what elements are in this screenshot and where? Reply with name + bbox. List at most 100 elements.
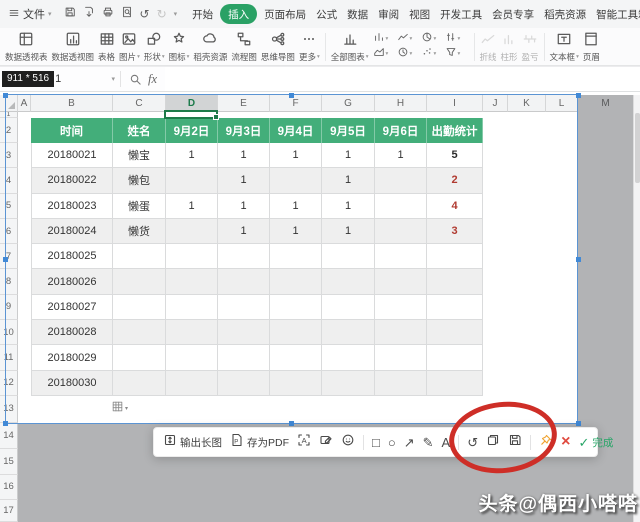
cell[interactable] bbox=[427, 244, 483, 269]
cell[interactable] bbox=[270, 295, 322, 320]
row-header-5[interactable]: 5 bbox=[0, 194, 18, 219]
name-box[interactable]: 911 * 516 1 ▾ bbox=[2, 67, 120, 91]
image-edit-button[interactable] bbox=[319, 433, 333, 452]
pen-tool-button[interactable]: ✎ bbox=[423, 436, 434, 449]
cell[interactable] bbox=[322, 345, 375, 370]
formula-input[interactable] bbox=[165, 67, 640, 91]
row-header-6[interactable]: 6 bbox=[0, 219, 18, 244]
tab-插入[interactable]: 插入 bbox=[220, 4, 257, 24]
tab-开发工具[interactable]: 开发工具 bbox=[435, 5, 487, 24]
ribbon-mindmap-button[interactable]: 思维导图 bbox=[259, 31, 297, 62]
area-chart-button[interactable]: ▾ bbox=[373, 45, 397, 63]
cell[interactable]: 1 bbox=[322, 168, 375, 193]
row-header-16[interactable]: 16 bbox=[0, 475, 18, 500]
file-menu-button[interactable]: 文件 ▾ bbox=[8, 6, 52, 22]
export-long-image-button[interactable]: 输出长图 bbox=[163, 433, 222, 452]
save-screenshot-button[interactable] bbox=[508, 433, 522, 452]
active-cell-marquee[interactable] bbox=[164, 110, 218, 119]
cell[interactable] bbox=[166, 244, 218, 269]
rectangle-tool-button[interactable]: □ bbox=[372, 436, 380, 449]
cell[interactable]: 懒蛋 bbox=[113, 194, 166, 219]
cell[interactable] bbox=[322, 269, 375, 294]
cell[interactable] bbox=[375, 371, 427, 396]
row-header-3[interactable]: 3 bbox=[0, 143, 18, 168]
save-as-pdf-button[interactable]: P存为PDF bbox=[230, 433, 289, 452]
cell[interactable] bbox=[375, 345, 427, 370]
cell[interactable]: 1 bbox=[270, 143, 322, 168]
column-header-i[interactable]: I bbox=[427, 95, 483, 112]
pin-button[interactable] bbox=[539, 433, 553, 452]
cell[interactable] bbox=[427, 269, 483, 294]
tab-智能工具箱[interactable]: 智能工具箱 bbox=[591, 5, 640, 24]
cell[interactable]: 3 bbox=[427, 219, 483, 244]
cell[interactable]: 1 bbox=[375, 143, 427, 168]
cell[interactable] bbox=[166, 345, 218, 370]
row-header-4[interactable]: 4 bbox=[0, 168, 18, 193]
cell[interactable]: 20180028 bbox=[31, 320, 113, 345]
row-header-11[interactable]: 11 bbox=[0, 345, 18, 370]
ribbon-docer-button[interactable]: 稻壳资源 bbox=[191, 31, 229, 62]
cell[interactable]: 20180022 bbox=[31, 168, 113, 193]
selection-handle[interactable] bbox=[3, 257, 8, 262]
cell[interactable] bbox=[113, 320, 166, 345]
save-button[interactable] bbox=[64, 5, 76, 23]
cell[interactable] bbox=[166, 168, 218, 193]
row-header-9[interactable]: 9 bbox=[0, 295, 18, 320]
cell[interactable]: 懒包 bbox=[113, 168, 166, 193]
cell[interactable] bbox=[218, 320, 270, 345]
cell[interactable] bbox=[113, 269, 166, 294]
cell[interactable]: 1 bbox=[218, 219, 270, 244]
ribbon-picture-button[interactable]: 图片▾ bbox=[117, 31, 142, 62]
row-header-10[interactable]: 10 bbox=[0, 320, 18, 345]
tab-数据[interactable]: 数据 bbox=[342, 5, 373, 24]
cell[interactable] bbox=[113, 371, 166, 396]
selection-handle[interactable] bbox=[576, 93, 581, 98]
cell[interactable] bbox=[270, 244, 322, 269]
ribbon-icons-button[interactable]: 图标▾ bbox=[167, 31, 192, 62]
cell[interactable]: 20180021 bbox=[31, 143, 113, 168]
cell[interactable] bbox=[166, 295, 218, 320]
mosaic-button[interactable] bbox=[341, 433, 355, 452]
chevron-down-icon[interactable]: ▾ bbox=[111, 75, 115, 83]
ellipse-tool-button[interactable]: ○ bbox=[388, 436, 396, 449]
cell[interactable]: 20180030 bbox=[31, 371, 113, 396]
selection-handle[interactable] bbox=[576, 421, 581, 426]
cell[interactable]: 1 bbox=[166, 194, 218, 219]
cell[interactable]: 1 bbox=[218, 143, 270, 168]
cell[interactable] bbox=[427, 320, 483, 345]
tab-开始[interactable]: 开始 bbox=[187, 5, 218, 24]
column-header-f[interactable]: F bbox=[270, 95, 322, 112]
cell[interactable] bbox=[427, 345, 483, 370]
header-cell[interactable]: 9月5日 bbox=[322, 118, 375, 143]
cell[interactable] bbox=[270, 168, 322, 193]
cell[interactable]: 20180029 bbox=[31, 345, 113, 370]
column-header-c[interactable]: C bbox=[113, 95, 166, 112]
cell[interactable]: 20180026 bbox=[31, 269, 113, 294]
cell[interactable] bbox=[218, 295, 270, 320]
ribbon-pivot-chart-button[interactable]: 数据透视图 bbox=[50, 31, 97, 62]
cell[interactable] bbox=[322, 320, 375, 345]
row-header-14[interactable]: 14 bbox=[0, 423, 18, 449]
ribbon-table-button[interactable]: 表格 bbox=[96, 31, 117, 62]
finish-button[interactable]: ✓完成 bbox=[578, 435, 613, 450]
row-header-13[interactable]: 13 bbox=[0, 396, 18, 423]
tab-审阅[interactable]: 审阅 bbox=[373, 5, 404, 24]
arrow-tool-button[interactable]: ↗ bbox=[404, 436, 415, 449]
print-button[interactable] bbox=[102, 5, 114, 23]
ribbon-textbox-button[interactable]: 文本框▾ bbox=[548, 31, 581, 62]
ribbon-shapes-button[interactable]: 形状▾ bbox=[142, 31, 167, 62]
tab-会员专享[interactable]: 会员专享 bbox=[487, 5, 539, 24]
cell[interactable] bbox=[113, 295, 166, 320]
cell[interactable]: 4 bbox=[427, 194, 483, 219]
cell[interactable] bbox=[375, 295, 427, 320]
column-header-e[interactable]: E bbox=[218, 95, 270, 112]
header-cell[interactable]: 9月2日 bbox=[166, 118, 218, 143]
cell[interactable]: 20180023 bbox=[31, 194, 113, 219]
cell[interactable] bbox=[270, 345, 322, 370]
row-header-8[interactable]: 8 bbox=[0, 269, 18, 294]
cell[interactable] bbox=[375, 320, 427, 345]
cell[interactable]: 2 bbox=[427, 168, 483, 193]
tab-视图[interactable]: 视图 bbox=[404, 5, 435, 24]
scrollbar-thumb[interactable] bbox=[635, 113, 640, 183]
row-header-15[interactable]: 15 bbox=[0, 449, 18, 475]
